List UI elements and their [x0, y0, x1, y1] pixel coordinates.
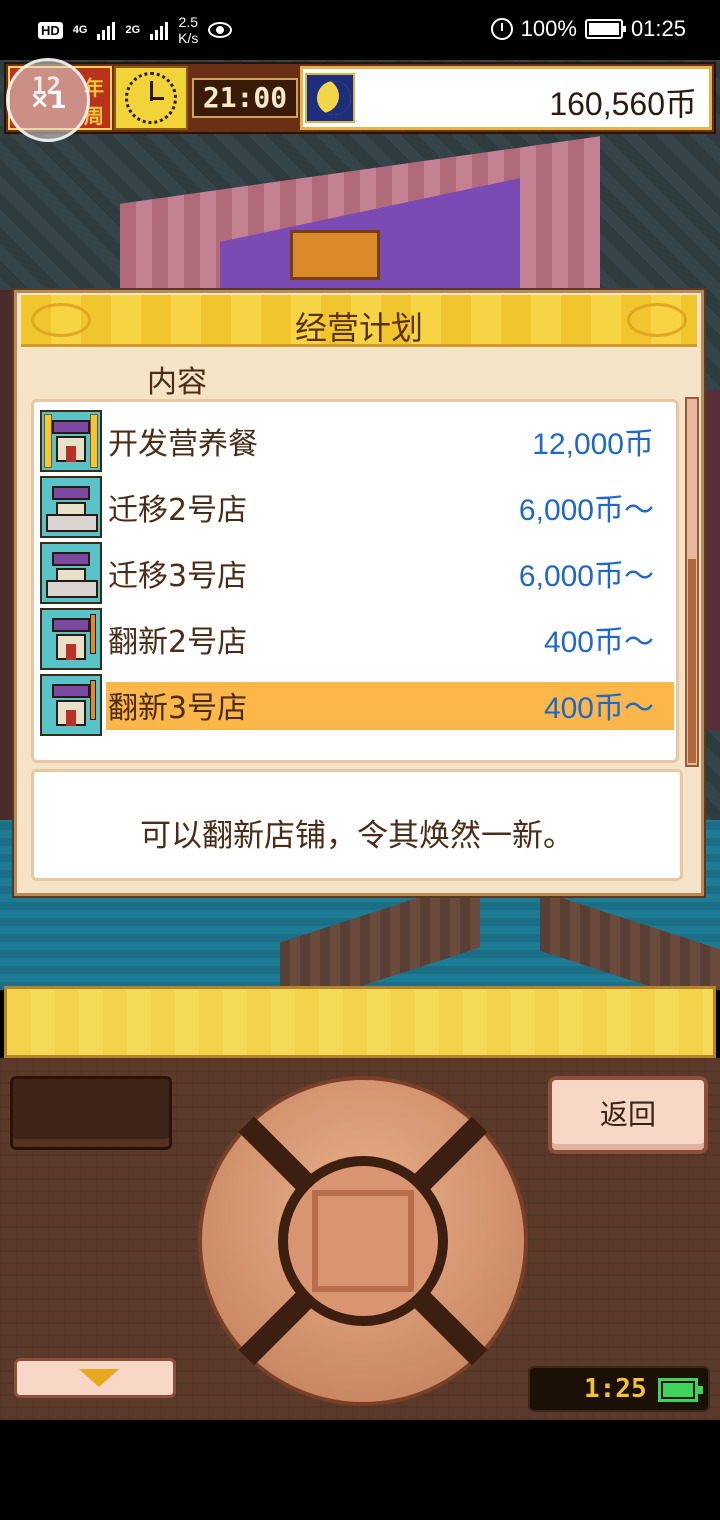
eye-comfort-icon [208, 22, 233, 38]
description-box: 可以翻新店铺，令其焕然一新。 [31, 769, 683, 881]
collapse-down-button[interactable] [14, 1358, 176, 1398]
game-device-clock: 1:25 [528, 1366, 710, 1412]
list-item-nutrition-meal[interactable]: 开发营养餐 12,000币 [40, 410, 674, 472]
network-speed: 2.5 K/s [178, 14, 198, 46]
direction-pad[interactable] [198, 1076, 528, 1406]
upgrade-building-icon [40, 410, 102, 472]
network-2g-label: 2G [125, 23, 141, 36]
top-hud: 12 年 周 21:00 160,560币 [4, 62, 716, 134]
message-bar [4, 986, 716, 1058]
shou-pattern-icon [312, 1190, 414, 1292]
network-4g-label: 4G [72, 23, 88, 36]
dialog-header: 经营计划 [21, 295, 697, 347]
control-panel: 返回 1:25 [0, 1058, 720, 1420]
renovate-crane-icon [40, 608, 102, 670]
list-item-relocate-store-2[interactable]: 迁移2号店 6,000币～ [40, 476, 674, 538]
battery-percent: 100% [520, 16, 577, 41]
game-time: 21:00 [192, 78, 298, 118]
money-display: 160,560币 [300, 66, 712, 130]
list-item-label: 开发营养餐 [108, 427, 258, 462]
dialog-title: 经营计划 [294, 309, 423, 347]
list-item-renovate-store-2[interactable]: 翻新2号店 400币～ [40, 608, 674, 670]
list-item-label: 迁移2号店 [108, 493, 248, 528]
battery-full-icon [658, 1378, 703, 1402]
speed-toggle-button[interactable]: ×1 [6, 58, 90, 142]
description-text: 可以翻新店铺，令其焕然一新。 [140, 818, 574, 854]
device-clock-time: 1:25 [584, 1374, 647, 1404]
signal-icon-2 [150, 20, 169, 40]
column-label: 内容 [147, 365, 207, 400]
relocate-truck-icon [40, 476, 102, 538]
list-item-label: 翻新3号店 [108, 691, 248, 726]
triangle-down-icon [79, 1369, 119, 1387]
list-item-relocate-store-3[interactable]: 迁移3号店 6,000币～ [40, 542, 674, 604]
management-plan-dialog: 经营计划 内容 开发营养餐 12,000币 迁移2号店 6,000币～ 迁移3号… [14, 290, 704, 896]
relocate-truck-icon [40, 542, 102, 604]
network-speed-unit: K/s [178, 30, 199, 46]
moon-night-icon [305, 73, 355, 123]
list-item-price: 400币～ [543, 692, 654, 725]
battery-icon [584, 19, 626, 39]
list-item-label: 翻新2号店 [108, 625, 248, 660]
alarm-icon [490, 18, 513, 40]
restaurant-furniture [290, 230, 380, 280]
list-item-price: 400币～ [543, 626, 654, 659]
clock-icon [114, 66, 188, 130]
network-speed-value: 2.5 [178, 14, 198, 30]
list-item-label: 迁移3号店 [108, 559, 248, 594]
plan-list[interactable]: 开发营养餐 12,000币 迁移2号店 6,000币～ 迁移3号店 6,000币… [31, 399, 679, 763]
clock-time: 01:25 [630, 16, 686, 41]
list-item-renovate-store-3-selected[interactable]: 翻新3号店 400币～ [40, 674, 674, 736]
list-item-price: 6,000币～ [518, 560, 654, 593]
action-button-slot[interactable] [10, 1076, 172, 1150]
signal-icon [97, 20, 116, 40]
list-item-price: 6,000币～ [518, 494, 654, 527]
renovate-crane-icon [40, 674, 102, 736]
scroll-thumb[interactable] [688, 559, 696, 763]
back-button[interactable]: 返回 [548, 1076, 708, 1154]
list-scrollbar[interactable] [685, 397, 699, 767]
money-amount: 160,560币 [549, 86, 697, 122]
hd-badge: HD [38, 21, 63, 39]
list-item-price: 12,000币 [532, 428, 654, 461]
status-bar: HD 4G 2G 2.5 K/s 100% 01:25 [0, 0, 720, 60]
